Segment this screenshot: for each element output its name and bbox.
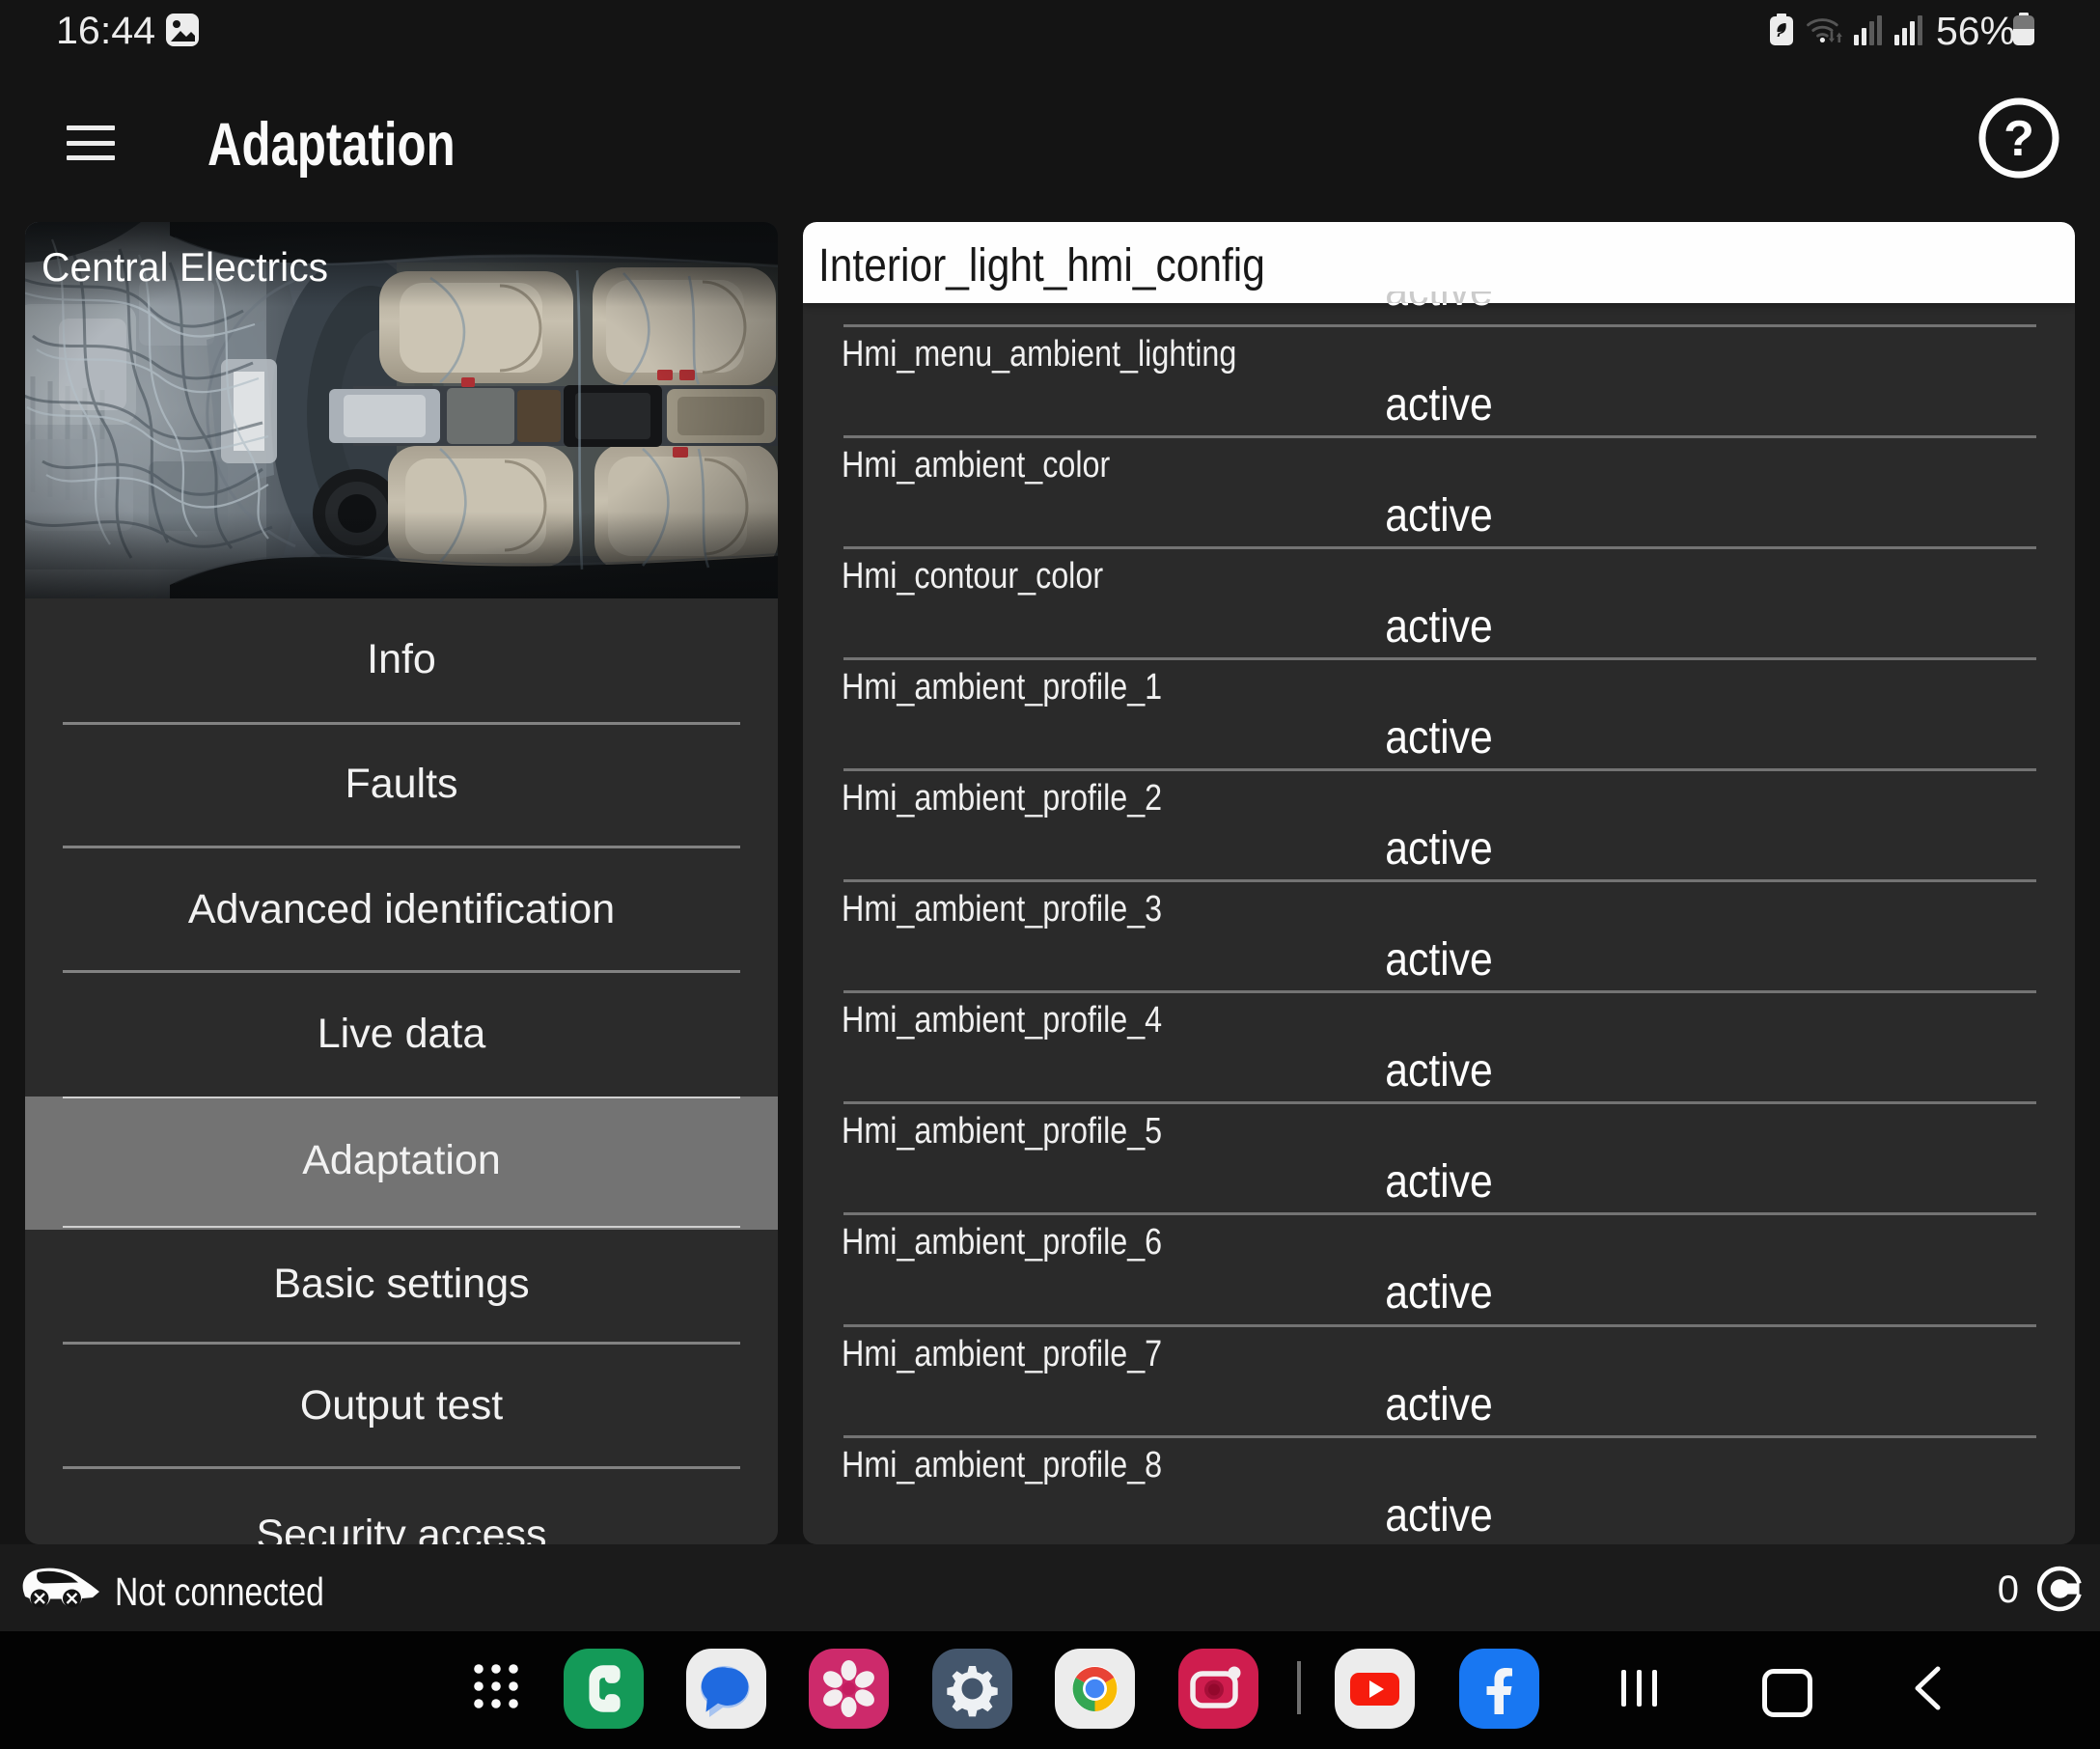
svg-text:Central Electrics: Central Electrics	[41, 244, 328, 290]
svg-text:?: ?	[2003, 111, 2034, 167]
